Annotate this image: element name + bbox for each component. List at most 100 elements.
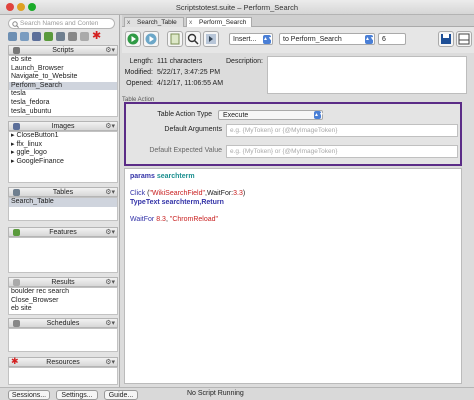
feature-icon[interactable] [44,32,53,41]
run-icon [127,33,139,45]
image-item-label: ggle_logo [16,149,47,157]
gear-icon[interactable]: ⚙▾ [105,122,115,131]
length-value: 111 characters [157,58,203,65]
image-item[interactable]: ▸ ffx_linux [9,141,117,150]
layout-button[interactable] [456,31,472,47]
result-item[interactable]: eb site [9,305,117,314]
save-button[interactable] [438,31,454,47]
results-icon [13,279,20,286]
resources-title: Resources [46,359,80,366]
results-icon[interactable] [80,32,89,41]
scripts-title: Scripts [52,47,74,54]
count-field[interactable]: 6 [378,33,406,45]
gear-icon[interactable]: ⚙▾ [105,46,115,55]
description-field[interactable] [267,56,467,94]
modified-label: Modified: [124,69,153,76]
script-editor[interactable]: params searchterm Click ("WikiSearchFiel… [124,168,462,384]
new-suite-icon[interactable] [20,32,29,41]
settings-button[interactable]: Settings... [56,390,98,400]
search-placeholder: Search Names and Conten [20,20,99,27]
table-action-type-select[interactable]: Execute ▲▼ [218,110,324,120]
run-button[interactable] [125,31,141,47]
script-item[interactable]: tesla_fedora [9,99,117,108]
script-item[interactable]: tesla_ubuntu [9,108,117,116]
default-arguments-field[interactable]: e.g. {MyToken} or {@MyImageToken} [226,124,458,137]
tables-title: Tables [52,189,74,196]
title-bar: Scriptstotest.suite – Perform_Search [0,0,474,15]
capture-button[interactable] [185,31,201,47]
image-item[interactable]: ▸ GoogleFinance [9,158,117,167]
table-action-type-label: Table Action Type [157,111,212,118]
table-view-button[interactable] [167,31,183,47]
gear-icon[interactable]: ⚙▾ [105,188,115,197]
tab-search-table[interactable]: x Search_Table [124,17,184,27]
tab-perform-search[interactable]: x Perform_Search [186,17,252,27]
code-identifier: searchterm [161,198,200,206]
resources-section-header[interactable]: ✱ Resources ⚙▾ [8,357,118,367]
script-item[interactable]: eb site [9,56,117,65]
code-string: "ChromReload" [169,215,218,223]
image-item[interactable]: ▸ CloseButton1 [9,132,117,141]
tab-close-icon[interactable]: x [189,18,192,27]
search-icon [12,21,19,28]
script-select[interactable]: to Perform_Search ▲▼ [279,33,375,45]
code-line: WaitFor 8.3, "ChromReload" [130,216,456,225]
gear-icon[interactable]: ⚙▾ [105,319,115,328]
code-text: ) [242,190,246,197]
code-text: ,Return [199,198,224,206]
modified-value: 5/22/17, 3:47:25 PM [157,69,221,76]
guide-button[interactable]: Guide... [104,390,138,400]
code-number: 8.3 [154,215,166,223]
features-icon [13,229,20,236]
schedule-icon[interactable] [68,32,77,41]
resources-list [8,367,118,385]
gear-icon[interactable]: ⚙▾ [105,228,115,237]
chevron-down-icon: ▲▼ [263,35,273,44]
images-list: ▸ CloseButton1 ▸ ffx_linux ▸ ggle_logo ▸… [8,131,118,183]
images-section-header[interactable]: Images ⚙▾ [8,121,118,131]
tables-section-header[interactable]: Tables ⚙▾ [8,187,118,197]
tables-icon [13,189,20,196]
result-item[interactable]: Close_Browser [9,297,117,306]
tables-list: Search_Table [8,197,118,221]
features-section-header[interactable]: Features ⚙▾ [8,227,118,237]
code-keyword: Click [130,190,146,197]
new-script-icon[interactable] [8,32,17,41]
script-info: Length: 111 characters Modified: 5/22/17… [122,53,474,98]
table-item-selected[interactable]: Search_Table [9,198,117,207]
insert-menu[interactable]: Insert... ▲▼ [229,33,273,45]
result-item[interactable]: boulder rec search [9,288,117,297]
results-title: Results [51,279,75,286]
results-section-header[interactable]: Results ⚙▾ [8,277,118,287]
default-expected-field[interactable]: e.g. {MyToken} or {@MyImageToken} [226,145,458,158]
script-item[interactable]: tesla [9,90,117,99]
tab-close-icon[interactable]: x [127,18,130,27]
scripts-section-header[interactable]: Scripts ⚙▾ [8,45,118,55]
next-button[interactable] [203,31,219,47]
script-item-selected[interactable]: Perform_Search [9,81,117,91]
sessions-button[interactable]: Sessions... [8,390,50,400]
table-icon [170,33,180,45]
script-item[interactable]: Launch_Browser [9,65,117,74]
sidebar: Search Names and Conten ✱ Scripts ⚙▾ eb … [0,15,120,387]
capture-icon[interactable] [32,32,41,41]
table-icon[interactable] [56,32,65,41]
search-input[interactable]: Search Names and Conten [8,18,115,29]
capture-icon [187,33,199,45]
script-item[interactable]: Navigate_to_Website [9,73,117,82]
window-title: Scriptstotest.suite – Perform_Search [175,3,299,12]
schedules-section-header[interactable]: Schedules ⚙▾ [8,318,118,328]
resource-icon[interactable]: ✱ [92,31,101,43]
features-title: Features [49,229,77,236]
code-keyword: WaitFor [130,215,155,223]
run-selection-button[interactable] [143,31,159,47]
image-item[interactable]: ▸ ggle_logo [9,149,117,158]
run-step-icon [145,33,157,45]
default-expected-label: Default Expected Value [149,147,222,154]
table-action-panel: Table Action Type Execute ▲▼ Default Arg… [124,102,462,166]
chevron-down-icon: ▲▼ [365,35,375,44]
gear-icon[interactable]: ⚙▾ [105,278,115,287]
code-text: ,WaitFor: [205,190,234,197]
gear-icon[interactable]: ⚙▾ [105,358,115,367]
